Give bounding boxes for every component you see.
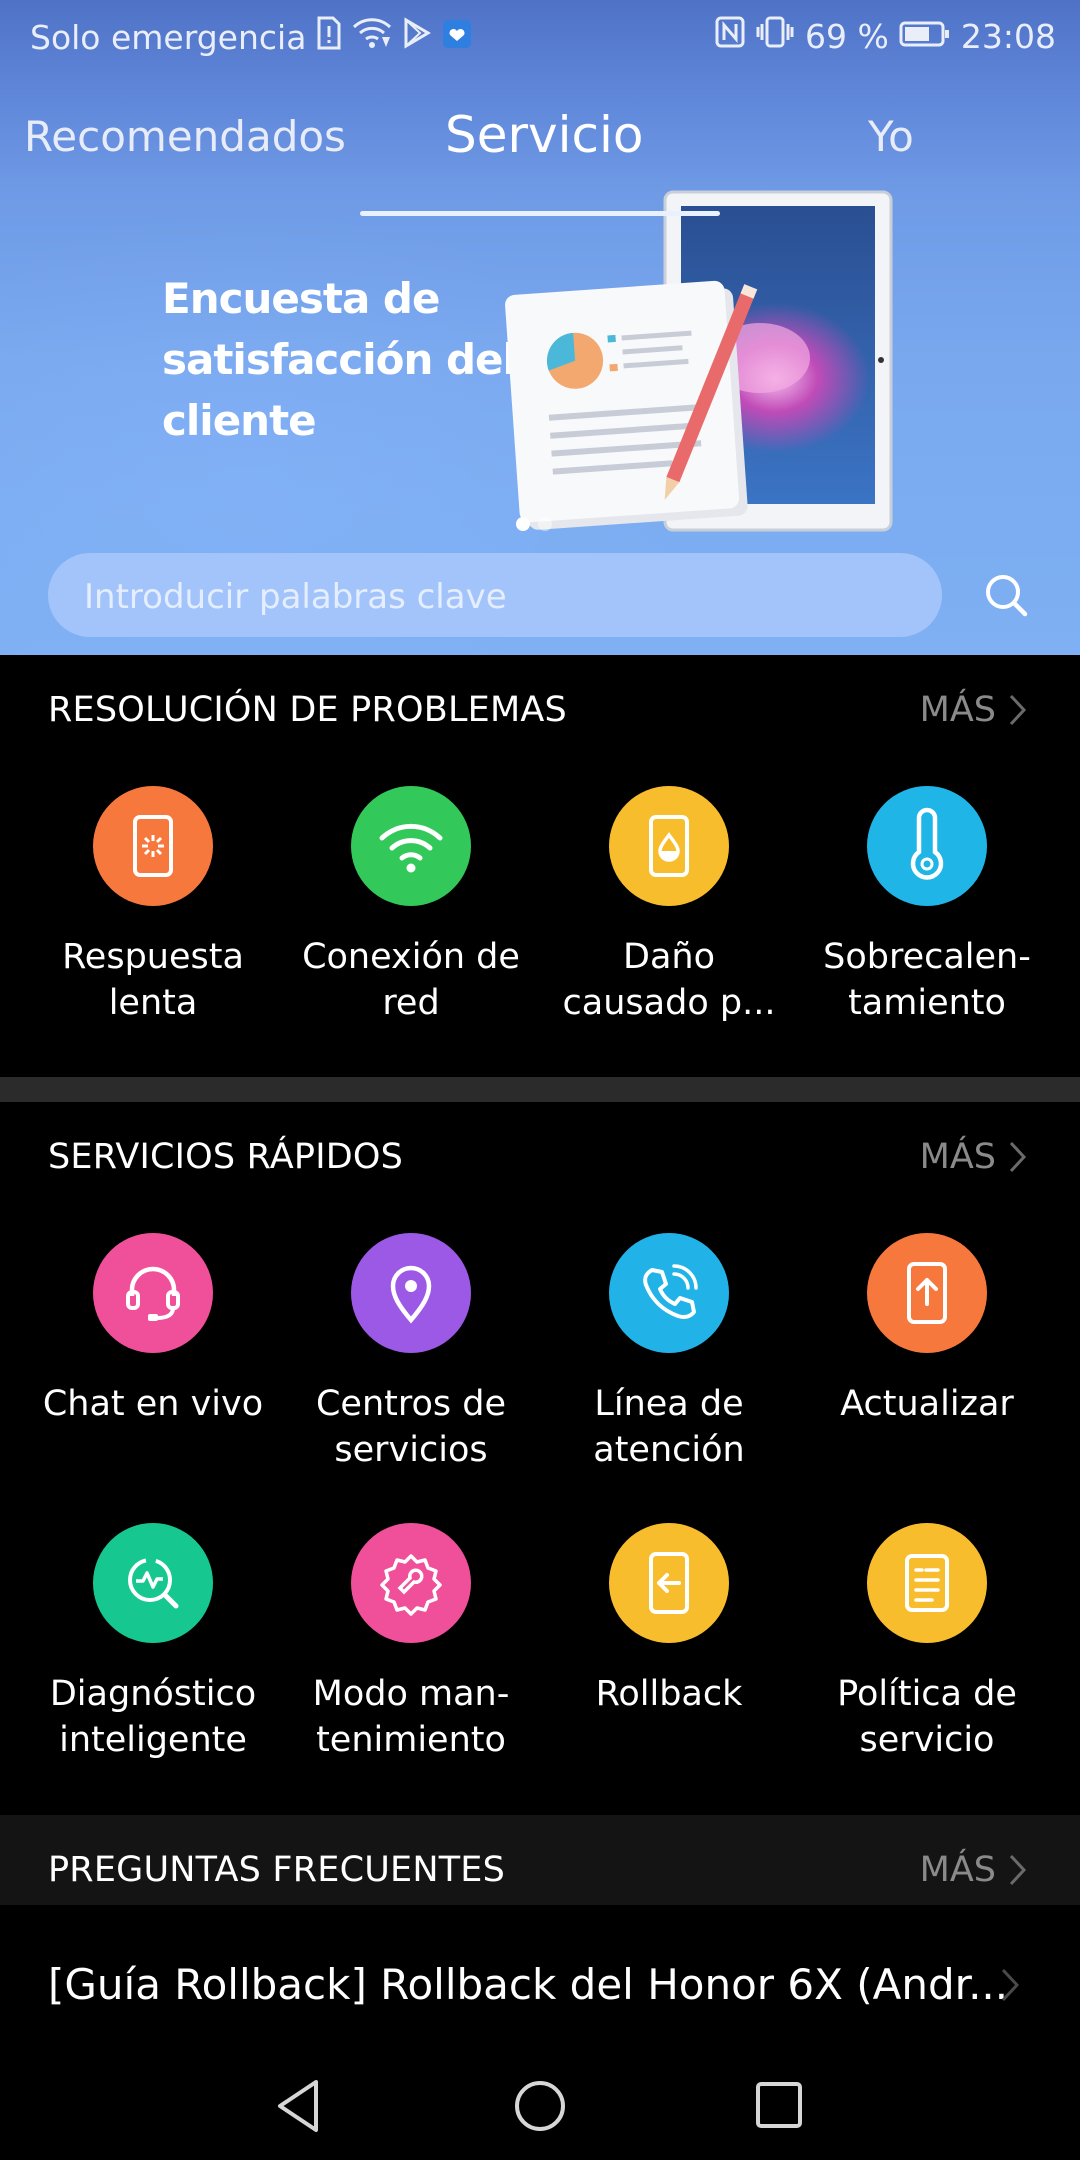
more-label: MÁS (919, 1137, 996, 1177)
water-damage-phone-icon (609, 786, 729, 906)
quick-services-title: SERVICIOS RÁPIDOS (48, 1137, 404, 1177)
service-smart-diagnosis[interactable]: Diagnóstico inteligente (33, 1523, 273, 1763)
thermometer-icon (867, 786, 987, 906)
carousel-indicator (516, 517, 552, 531)
search-icon (986, 575, 1028, 617)
faq-title: PREGUNTAS FRECUENTES (48, 1850, 506, 1890)
item-label: Centros de servicios (315, 1384, 507, 1470)
battery-percent: 69 % (805, 16, 889, 56)
carrier-text: Solo emergencia (30, 17, 307, 57)
item-label: Diagnóstico inteligente (49, 1674, 257, 1760)
survey-illustration[interactable] (505, 188, 905, 538)
item-label: Modo man-tenimiento (312, 1674, 510, 1760)
faq-more-button[interactable]: MÁS (920, 1850, 1028, 1890)
app-notification-icon (442, 18, 472, 57)
service-maintenance-mode[interactable]: Modo man-tenimiento (291, 1523, 531, 1763)
system-navigation-bar (0, 2040, 1080, 2160)
service-rollback[interactable]: Rollback (549, 1523, 789, 1717)
search-button[interactable] (975, 564, 1037, 626)
troubleshoot-network[interactable]: Conexión de red (291, 786, 531, 1026)
maintenance-gear-icon (351, 1523, 471, 1643)
nfc-icon (715, 16, 745, 56)
troubleshooting-title: RESOLUCIÓN DE PROBLEMAS (48, 690, 567, 730)
diagnostic-icon (93, 1523, 213, 1643)
carousel-dot (538, 517, 552, 531)
service-hotline[interactable]: Línea de atención (549, 1233, 789, 1473)
slow-response-phone-icon (93, 786, 213, 906)
search-placeholder: Introducir palabras clave (84, 577, 507, 617)
tab-recomendados[interactable]: Recomendados (24, 112, 346, 161)
item-label: Política de servicio (837, 1674, 1017, 1760)
phone-call-icon (609, 1233, 729, 1353)
headset-icon (93, 1233, 213, 1353)
sim-alert-icon (316, 16, 342, 58)
item-label: Actualizar (840, 1384, 1014, 1424)
wifi-icon (351, 786, 471, 906)
active-tab-indicator (360, 211, 720, 216)
item-label: Chat en vivo (42, 1384, 264, 1424)
chevron-right-icon (1009, 1854, 1027, 1886)
section-divider (0, 1077, 1080, 1102)
item-label: Daño causado p... (562, 937, 776, 1023)
policy-document-icon (867, 1523, 987, 1643)
troubleshooting-more-button[interactable]: MÁS (920, 690, 1028, 730)
quick-services-more-button[interactable]: MÁS (920, 1137, 1028, 1177)
battery-icon (899, 17, 951, 56)
update-phone-icon (867, 1233, 987, 1353)
more-label: MÁS (919, 1850, 996, 1890)
home-icon[interactable] (510, 2076, 570, 2136)
service-centers[interactable]: Centros de servicios (291, 1233, 531, 1473)
service-update[interactable]: Actualizar (807, 1233, 1047, 1427)
chevron-right-icon (1009, 1141, 1027, 1173)
recent-apps-icon[interactable] (752, 2078, 808, 2134)
faq-item[interactable]: [Guía Rollback] Rollback del Honor 6X (A… (48, 1960, 1008, 2009)
vibrate-icon (755, 16, 795, 56)
troubleshoot-slow-response[interactable]: Respuesta lenta (33, 786, 273, 1026)
header-area: Solo emergencia 69 % 23:08 Recomendados … (0, 0, 1080, 655)
troubleshoot-water-damage[interactable]: Daño causado p... (549, 786, 789, 1026)
status-bar: Solo emergencia 69 % 23:08 (0, 0, 1080, 72)
chevron-right-icon (1009, 694, 1027, 726)
item-label: Línea de atención (593, 1384, 745, 1470)
location-pin-icon (351, 1233, 471, 1353)
wifi-status-icon (352, 17, 392, 57)
banner-title[interactable]: Encuesta de satisfacción del cliente (162, 268, 522, 451)
tab-servicio[interactable]: Servicio (445, 106, 644, 164)
item-label: Rollback (595, 1674, 743, 1714)
tab-yo[interactable]: Yo (868, 112, 914, 161)
item-label: Conexión de red (302, 937, 520, 1023)
service-policy[interactable]: Política de servicio (807, 1523, 1047, 1763)
carousel-dot-active (516, 517, 530, 531)
service-live-chat[interactable]: Chat en vivo (33, 1233, 273, 1427)
more-label: MÁS (919, 690, 996, 730)
item-label: Sobrecalen-tamiento (823, 937, 1031, 1023)
play-store-icon (402, 17, 432, 57)
rollback-phone-icon (609, 1523, 729, 1643)
item-label: Respuesta lenta (62, 937, 244, 1023)
chevron-right-icon (1001, 1968, 1020, 2002)
clock: 23:08 (960, 16, 1056, 56)
troubleshoot-overheating[interactable]: Sobrecalen-tamiento (807, 786, 1047, 1026)
back-icon[interactable] (272, 2076, 328, 2136)
